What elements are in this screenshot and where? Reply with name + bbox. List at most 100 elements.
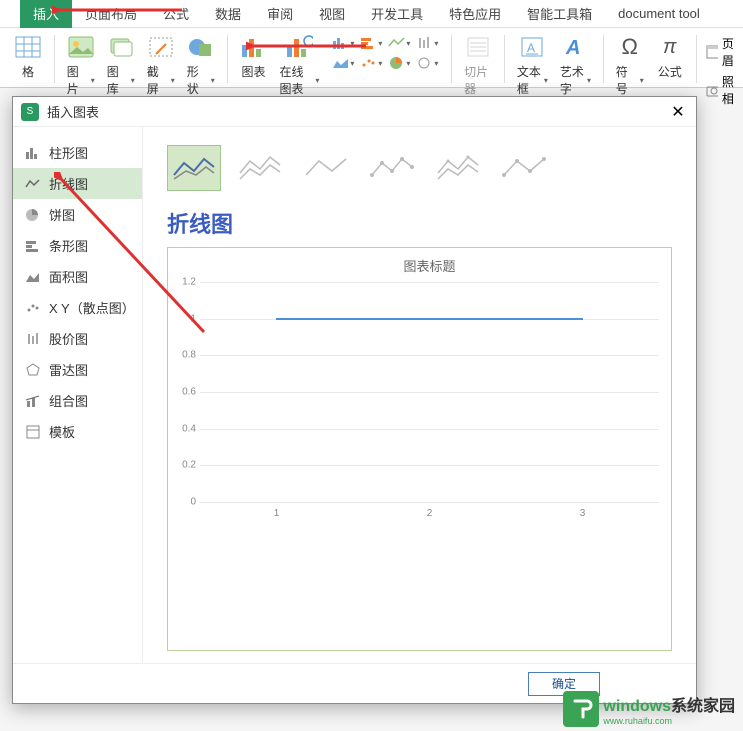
chart-icon [239,33,267,61]
ribbon-tabs: 插入 页面布局 公式 数据 审阅 视图 开发工具 特色应用 智能工具箱 docu… [0,0,743,28]
scatter-chart-icon [25,301,41,315]
online-chart-icon [285,33,313,61]
equation-icon: π [656,33,684,61]
watermark: windows系统家园 www.ruhaifu.com [555,687,743,731]
online-chart-label: 在线图表▾ [279,63,319,97]
equation-button[interactable]: π 公式 [650,31,690,82]
camera-icon [706,83,717,97]
shapes-icon [187,33,215,61]
tab-data[interactable]: 数据 [202,0,254,28]
chart-preview: 图表标题 00.20.40.60.811.2123 [167,247,672,651]
picture-button[interactable]: 图片▾ [61,31,101,99]
gallery-icon [107,33,135,61]
area-dropdown[interactable]: ▾ [331,55,355,71]
tab-view[interactable]: 视图 [306,0,358,28]
bar-dropdown[interactable]: ▾ [331,35,355,51]
chart-preview-title: 图表标题 [200,256,659,275]
tab-smart-toolbox[interactable]: 智能工具箱 [514,0,605,28]
svg-text:A: A [565,37,580,58]
scatter-dropdown[interactable]: ▾ [359,55,383,71]
sidebar-item-area[interactable]: 面积图 [13,261,142,292]
more-dropdown[interactable]: ▾ [415,55,439,71]
tab-page-layout[interactable]: 页面布局 [72,0,150,28]
line-chart-icon [25,177,41,191]
table-button[interactable]: 格 [8,31,48,82]
chart-type-title: 折线图 [167,207,672,239]
textbox-label: 文本框▾ [517,63,548,97]
sidebar-item-scatter[interactable]: X Y（散点图） [13,292,142,323]
header-footer-button[interactable]: 页眉 [706,35,739,69]
gallery-label: 图库▾ [107,63,135,97]
subtype-line-percent[interactable] [299,145,353,191]
equation-label: 公式 [658,63,682,80]
slicer-label: 切片器 [464,63,492,97]
insert-chart-dialog: S 插入图表 ✕ 柱形图 折线图 饼图 条形图 面积图 X Y（散点图） 股价图… [12,96,697,704]
sidebar-item-radar[interactable]: 雷达图 [13,354,142,385]
bar-chart-icon [25,239,41,253]
chart-button[interactable]: 图表 [233,31,273,82]
dialog-titlebar: S 插入图表 ✕ [13,97,696,127]
sidebar-item-combo[interactable]: 组合图 [13,385,142,416]
header-footer-icon [706,45,717,59]
tab-formula[interactable]: 公式 [150,0,202,28]
stock-dropdown[interactable]: ▾ [415,35,439,51]
sidebar-item-pie[interactable]: 饼图 [13,199,142,230]
table-icon [14,33,42,61]
ribbon: 格 图片▾ 图库▾ 截屏▾ 形状▾ 图表 在线图表▾ ▾ ▾ ▾ ▾ ▾ ▾ ▾ [0,28,743,88]
wordart-button[interactable]: A 艺术字▾ [554,31,597,99]
line-dropdown[interactable]: ▾ [387,35,411,51]
sidebar-item-column[interactable]: 柱形图 [13,137,142,168]
subtype-line-markers[interactable] [365,145,419,191]
pie-dropdown[interactable]: ▾ [387,55,411,71]
plot-area: 00.20.40.60.811.2123 [200,281,659,501]
area-chart-icon [25,270,41,284]
sidebar-item-stock[interactable]: 股价图 [13,323,142,354]
picture-icon [67,33,95,61]
gallery-button[interactable]: 图库▾ [101,31,141,99]
dialog-title: 插入图表 [47,102,668,121]
chart-type-sidebar: 柱形图 折线图 饼图 条形图 面积图 X Y（散点图） 股价图 雷达图 组合图 … [13,127,143,663]
subtype-row [167,145,672,191]
shapes-label: 形状▾ [187,63,215,97]
subtype-line-percent-markers[interactable] [497,145,551,191]
shapes-button[interactable]: 形状▾ [181,31,221,99]
tab-review[interactable]: 审阅 [254,0,306,28]
watermark-text: windows系统家园 [603,692,735,716]
watermark-logo-icon [563,691,599,727]
textbox-button[interactable]: A 文本框▾ [511,31,554,99]
textbox-icon: A [518,33,546,61]
slicer-button[interactable]: 切片器 [458,31,498,99]
watermark-url: www.ruhaifu.com [603,716,735,726]
slicer-icon [464,33,492,61]
screenshot-button[interactable]: 截屏▾ [141,31,181,99]
tab-document-tool[interactable]: document tool [605,1,713,26]
subtype-line-stacked-markers[interactable] [431,145,485,191]
tab-special[interactable]: 特色应用 [436,0,514,28]
template-icon [25,425,41,439]
hbar-dropdown[interactable]: ▾ [359,35,383,51]
symbol-label: 符号▾ [616,63,644,97]
online-chart-button[interactable]: 在线图表▾ [273,31,325,99]
subtype-line-basic[interactable] [167,145,221,191]
dialog-main: 折线图 图表标题 00.20.40.60.811.2123 [143,127,696,663]
sidebar-item-template[interactable]: 模板 [13,416,142,447]
sidebar-item-bar[interactable]: 条形图 [13,230,142,261]
radar-chart-icon [25,363,41,377]
screenshot-icon [147,33,175,61]
wordart-label: 艺术字▾ [560,63,591,97]
close-button[interactable]: ✕ [668,102,688,122]
chart-label: 图表 [241,63,265,80]
wordart-icon: A [561,33,589,61]
picture-label: 图片▾ [67,63,95,97]
tab-insert[interactable]: 插入 [20,0,72,28]
column-chart-icon [25,146,41,160]
camera-button[interactable]: 照相 [706,73,739,107]
sidebar-item-line[interactable]: 折线图 [13,168,142,199]
pie-chart-icon [25,208,41,222]
screenshot-label: 截屏▾ [147,63,175,97]
subtype-line-stacked[interactable] [233,145,287,191]
symbol-button[interactable]: Ω 符号▾ [610,31,650,99]
tab-developer[interactable]: 开发工具 [358,0,436,28]
table-label: 格 [22,63,34,80]
combo-chart-icon [25,394,41,408]
